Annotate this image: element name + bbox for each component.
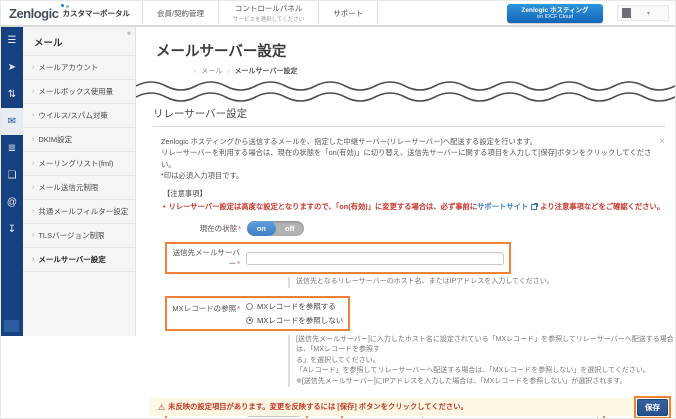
at-icon[interactable]: @ (1, 189, 23, 216)
toggle-off-segment[interactable]: off (276, 221, 305, 236)
zenlogic-logo[interactable]: Zenlogic カスタマーポータル (1, 1, 142, 25)
sidebar-item-mailbox-usage[interactable]: › メールボックス使用量 (23, 79, 135, 103)
intro-line: Zenlogic ホスティングから送信するメールを、指定した中継サーバー(リレー… (161, 137, 537, 146)
sidebar-icon-rail: ☰ ➤ ⇅ ✉ ≣ ❏ @ ↧ (1, 27, 23, 336)
top-header: Zenlogic カスタマーポータル 会員/契約管理 コントロールパネル サービ… (1, 1, 675, 27)
sidebar-item-common-mail-filter[interactable]: › 共通メールフィルター設定 (23, 199, 135, 223)
section-title: リレーサーバー設定 (153, 106, 665, 127)
menu-icon[interactable]: ☰ (1, 27, 23, 54)
folder-icon[interactable]: ❏ (1, 162, 23, 189)
account-dropdown[interactable]: ▾ (617, 5, 669, 21)
chevron-right-icon: › (32, 88, 35, 95)
status-label: 現在の状態* (199, 224, 241, 234)
server-input[interactable] (246, 251, 504, 265)
logo-dots-icon (61, 4, 64, 7)
torn-content-separator (136, 81, 675, 102)
unsaved-warning-bar: ⚠ 未反映の設定項目があります。変更を反映するには [保存] ボタンをクリックし… (150, 395, 674, 418)
mx-no-refer-radio[interactable]: MXレコードを参照しない (246, 315, 343, 326)
chevron-right-icon: › (32, 256, 35, 263)
sidebar-item-virus-spam[interactable]: › ウイルス/スパム対策 (23, 103, 135, 127)
sidebar-panel: メール « › メールアカウント › メールボックス使用量 › ウイルス/スパム対策 … (23, 27, 136, 336)
sidebar-title: メール « (34, 30, 131, 49)
chevron-right-icon: › (32, 160, 35, 167)
compass-icon[interactable]: ➤ (1, 54, 23, 81)
breadcrumb-mail-link[interactable]: メール (201, 68, 222, 75)
mx-row-highlight: MXレコードの参照* MXレコードを参照する MXレコードを参照しない (165, 295, 351, 331)
status-toggle[interactable]: on off (247, 221, 305, 237)
sidebar-item-mail-server-settings[interactable]: › メールサーバー設定 (23, 247, 135, 272)
collapse-sidebar-icon[interactable]: « (127, 30, 131, 37)
sidebar-item-tls-version[interactable]: › TLSバージョン制限 (23, 223, 135, 247)
notice-block: 【注意事項】 • リレーサーバー設定は高度な設定となりますので、「on(有効)」に… (163, 189, 675, 212)
intro-line: *印は必須入力項目です。 (161, 170, 244, 180)
chevron-down-icon: ▾ (647, 10, 651, 17)
transfer-icon[interactable]: ⇅ (1, 81, 23, 108)
status-row: 現在の状態* on off (173, 221, 675, 237)
radio-checked-icon[interactable] (246, 316, 253, 324)
intro-note: Zenlogic ホスティングから送信するメールを、指定した中継サーバー(リレー… (161, 136, 665, 181)
mx-refer-radio[interactable]: MXレコードを参照する (246, 301, 343, 312)
breadcrumb: › メール › メールサーバー設定 (194, 68, 298, 75)
sidebar-item-dkim[interactable]: › DKIM設定 (23, 127, 135, 151)
chevron-right-icon: › (32, 112, 35, 119)
radio-unchecked-icon[interactable] (246, 302, 253, 310)
chevron-right-icon: › (32, 64, 35, 71)
warning-message: ⚠ 未反映の設定項目があります。変更を反映するには [保存] ボタンをクリックし… (158, 402, 468, 412)
server-row-highlight: 送信先メールサーバー* (165, 242, 511, 275)
nav-member-management[interactable]: 会員/契約管理 (141, 1, 218, 25)
header-right: Zenlogic ホスティング on IDCF Cloud ▾ (507, 1, 675, 25)
app-window: Zenlogic カスタマーポータル 会員/契約管理 コントロールパネル サービ… (0, 0, 676, 419)
rail-bottom-button[interactable] (4, 320, 19, 332)
mail-icon[interactable]: ✉ (1, 108, 23, 135)
external-link-icon (531, 203, 539, 211)
mx-label: MXレコードの参照* (172, 303, 240, 313)
logo-subtext: カスタマーポータル (62, 8, 130, 18)
notice-heading: 【注意事項】 (163, 189, 207, 199)
server-help: 送信先となるリレーサーバーのホスト名、またはIPアドレスを入力してください。 (288, 277, 675, 288)
server-label: 送信先メールサーバー* (172, 248, 240, 269)
warning-icon: ⚠ (158, 402, 166, 412)
avatar (622, 8, 631, 18)
toggle-on-segment[interactable]: on (247, 221, 276, 237)
chevron-right-icon: › (32, 136, 35, 143)
server-icon[interactable]: ≣ (1, 135, 23, 162)
sidebar-item-mailing-list[interactable]: › メーリングリスト(fml) (23, 151, 135, 175)
nav-support[interactable]: サポート (318, 1, 379, 25)
main-content: メールサーバー設定 › メール › メールサーバー設定 リレーサーバー設定 Ze… (136, 27, 675, 418)
save-button[interactable]: 保存 (637, 398, 668, 416)
deploy-icon[interactable]: ↧ (1, 216, 23, 243)
intro-line: リレーサーバーを利用する場合は、現在の状態を「on(有効)」に切り替え、送信先サ… (161, 148, 652, 169)
sidebar-item-sender-restriction[interactable]: › メール送信元制限 (23, 175, 135, 199)
nav-control-panel[interactable]: コントロールパネル サービスを選択してください (218, 1, 318, 25)
page-title: メールサーバー設定 (156, 44, 287, 60)
close-icon[interactable]: × (659, 137, 665, 147)
chevron-right-icon: › (32, 232, 35, 239)
chevron-right-icon: › (32, 184, 35, 191)
support-site-link[interactable]: サポートサイト (477, 202, 528, 211)
chevron-right-icon: › (32, 208, 35, 215)
logo-text: Zenlogic (9, 5, 59, 21)
sidebar-item-mail-account[interactable]: › メールアカウント (23, 55, 135, 79)
header-nav: 会員/契約管理 コントロールパネル サービスを選択してください サポート (141, 1, 379, 25)
zenlogic-hosting-button[interactable]: Zenlogic ホスティング on IDCF Cloud (507, 3, 603, 23)
breadcrumb-current: メールサーバー設定 (234, 68, 298, 75)
mx-help: [送信先メールサーバー]に入力したホスト名に設定されている「MXレコード」を参照… (288, 334, 675, 388)
notice-bullet: • リレーサーバー設定は高度な設定となりますので、「on(有効)」に変更する場合は… (163, 202, 665, 212)
save-button-highlight: 保存 (634, 395, 671, 418)
